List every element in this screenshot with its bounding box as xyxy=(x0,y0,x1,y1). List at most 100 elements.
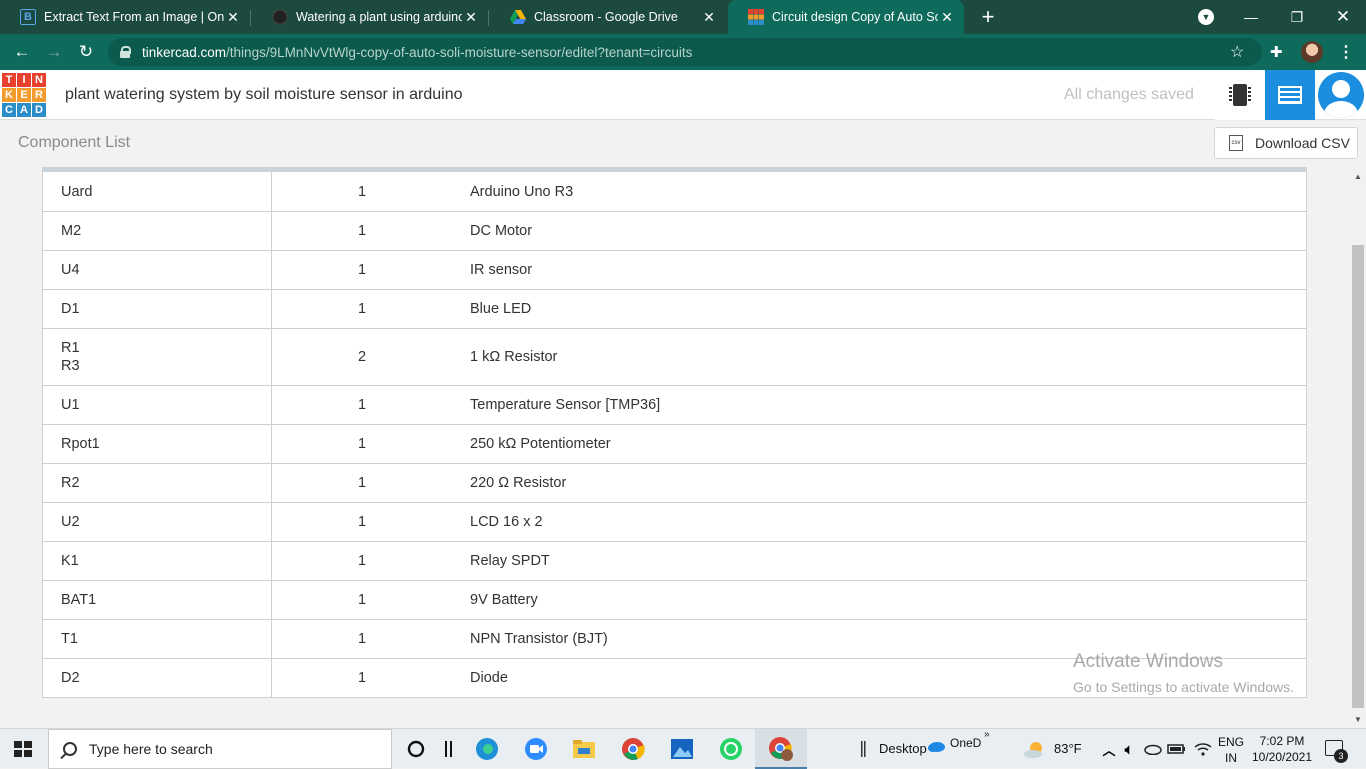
component-ref: U4 xyxy=(61,262,80,278)
component-quantity: 2 xyxy=(358,349,367,365)
reload-icon[interactable]: ↻ xyxy=(74,40,98,64)
logo-letter: T xyxy=(2,73,16,87)
taskbar-search-placeholder: Type here to search xyxy=(89,741,213,757)
component-list-title: Component List xyxy=(18,134,131,151)
lock-icon xyxy=(120,46,131,58)
tinkercad-logo[interactable]: T I N K E R C A D xyxy=(2,73,46,117)
drive-icon xyxy=(510,9,526,25)
component-name: LCD 16 x 2 xyxy=(470,514,543,530)
component-quantity: 1 xyxy=(358,631,367,647)
cortana-icon[interactable] xyxy=(403,737,429,761)
volume-icon[interactable]: 🔈︎ xyxy=(1116,737,1142,761)
component-quantity: 1 xyxy=(358,592,367,608)
chrome-profile-icon[interactable] xyxy=(768,737,794,761)
download-csv-button[interactable]: csv Download CSV xyxy=(1214,127,1358,159)
component-name: 250 kΩ Potentiometer xyxy=(470,436,611,452)
tab-title: Watering a plant using arduino - xyxy=(296,10,462,24)
logo-letter: K xyxy=(2,88,16,102)
user-avatar[interactable] xyxy=(1318,72,1364,118)
tab-title: Extract Text From an Image | Onli xyxy=(44,10,224,24)
schematic-view-button[interactable] xyxy=(1215,70,1265,120)
taskbar-search-box[interactable]: Type here to search xyxy=(48,729,392,769)
back-arrow-icon[interactable]: ← xyxy=(10,40,34,64)
whatsapp-icon[interactable] xyxy=(718,737,744,761)
csv-file-icon: csv xyxy=(1229,135,1243,151)
table-row: U1 1 Temperature Sensor [TMP36] xyxy=(43,385,1306,424)
component-ref-cell: K1 xyxy=(43,542,272,580)
url-text: tinkercad.com/things/9LMnNvVtWlg-copy-of… xyxy=(142,44,693,60)
table-row: U2 1 LCD 16 x 2 xyxy=(43,502,1306,541)
address-bar[interactable]: tinkercad.com/things/9LMnNvVtWlg-copy-of… xyxy=(108,38,1262,66)
project-title[interactable]: plant watering system by soil moisture s… xyxy=(65,86,463,104)
close-icon[interactable]: ✕ xyxy=(462,8,480,26)
component-quantity: 1 xyxy=(358,397,367,413)
restore-icon[interactable]: ❐ xyxy=(1274,0,1320,34)
windows-start-icon[interactable] xyxy=(14,741,32,757)
close-icon[interactable]: ✕ xyxy=(700,8,718,26)
system-clock[interactable]: 7:02 PM 10/20/2021 xyxy=(1248,733,1316,765)
component-name: DC Motor xyxy=(470,223,533,239)
onedrive-icon[interactable] xyxy=(927,734,945,758)
b-favicon-icon: B xyxy=(20,9,36,25)
file-explorer-icon[interactable] xyxy=(571,737,597,761)
photos-icon[interactable] xyxy=(669,737,695,761)
bookmark-star-icon[interactable]: ☆ xyxy=(1230,42,1244,62)
weather-temperature[interactable]: 83°F xyxy=(1054,741,1082,756)
logo-letter: A xyxy=(17,103,31,117)
scrollbar-thumb[interactable] xyxy=(1352,245,1364,708)
component-name: IR sensor xyxy=(470,262,533,278)
cloud-icon[interactable] xyxy=(1140,737,1166,761)
download-csv-label: Download CSV xyxy=(1255,135,1350,151)
desktop-toolbar-label[interactable]: Desktop xyxy=(879,741,927,756)
component-ref: Uard xyxy=(61,183,93,200)
logo-letter: I xyxy=(17,73,31,87)
component-ref-cell: Rpot1 xyxy=(43,425,272,463)
component-quantity: 1 xyxy=(358,262,367,278)
browser-tab[interactable]: B Extract Text From an Image | Onli ✕ xyxy=(0,0,250,34)
close-icon[interactable]: ✕ xyxy=(224,8,242,26)
browser-tab[interactable]: Classroom - Google Drive ✕ xyxy=(490,0,726,34)
browser-tab-active[interactable]: Circuit design Copy of Auto Soli ✕ xyxy=(728,0,964,34)
new-tab-plus-icon[interactable]: + xyxy=(976,4,1000,29)
component-ref: R3 xyxy=(61,358,80,374)
component-list-view-button[interactable] xyxy=(1265,70,1315,120)
component-quantity: 1 xyxy=(358,670,367,686)
logo-letter: C xyxy=(2,103,16,117)
close-icon[interactable]: ✕ xyxy=(938,8,956,26)
wifi-icon[interactable] xyxy=(1190,737,1216,761)
component-name: Temperature Sensor [TMP36] xyxy=(470,397,661,413)
tinkercad-icon xyxy=(748,9,764,25)
language-indicator[interactable]: ENG IN xyxy=(1218,734,1244,766)
forward-arrow-icon[interactable]: → xyxy=(42,40,66,64)
component-ref: BAT1 xyxy=(61,592,97,608)
task-view-icon[interactable] xyxy=(436,737,462,761)
component-ref: R2 xyxy=(61,475,80,491)
chevron-more-icon[interactable]: » xyxy=(984,729,990,740)
component-list-content: Uard 1 Arduino Uno R3 M2 1 DC Motor U4 1 IR sens… xyxy=(0,167,1350,728)
extensions-puzzle-icon[interactable]: ✚ xyxy=(1270,43,1283,61)
tab-search-chevron-icon[interactable]: ▼ xyxy=(1198,9,1214,25)
vertical-scrollbar[interactable]: ▲ ▼ xyxy=(1350,167,1366,728)
clock-time: 7:02 PM xyxy=(1259,734,1305,748)
browser-tab[interactable]: Watering a plant using arduino - ✕ xyxy=(252,0,488,34)
browser-tab-strip: B Extract Text From an Image | Onli ✕ Wa… xyxy=(0,0,1366,34)
component-ref: M2 xyxy=(61,223,82,239)
browser-toolbar: ← → ↻ tinkercad.com/things/9LMnNvVtWlg-c… xyxy=(0,34,1366,70)
scroll-up-arrow-icon[interactable]: ▲ xyxy=(1353,171,1363,181)
chrome-icon[interactable] xyxy=(620,737,646,761)
notification-count-badge: 3 xyxy=(1334,749,1348,763)
table-row: D1 1 Blue LED xyxy=(43,289,1306,328)
browser-profile-avatar[interactable] xyxy=(1301,41,1323,63)
battery-icon[interactable] xyxy=(1164,737,1190,761)
minimize-icon[interactable]: — xyxy=(1228,0,1274,34)
window-close-icon[interactable]: ✕ xyxy=(1320,0,1366,34)
component-ref-cell: BAT1 xyxy=(43,581,272,619)
browser-menu-icon[interactable]: ⋮ xyxy=(1338,42,1354,62)
zoom-icon[interactable] xyxy=(523,737,549,761)
weather-sun-icon[interactable] xyxy=(1022,737,1048,761)
edge-icon[interactable] xyxy=(474,737,500,761)
onedrive-label[interactable]: OneD xyxy=(950,736,981,750)
component-ref: D2 xyxy=(61,670,80,686)
component-ref-cell: U1 xyxy=(43,386,272,424)
scroll-down-arrow-icon[interactable]: ▼ xyxy=(1353,714,1363,724)
